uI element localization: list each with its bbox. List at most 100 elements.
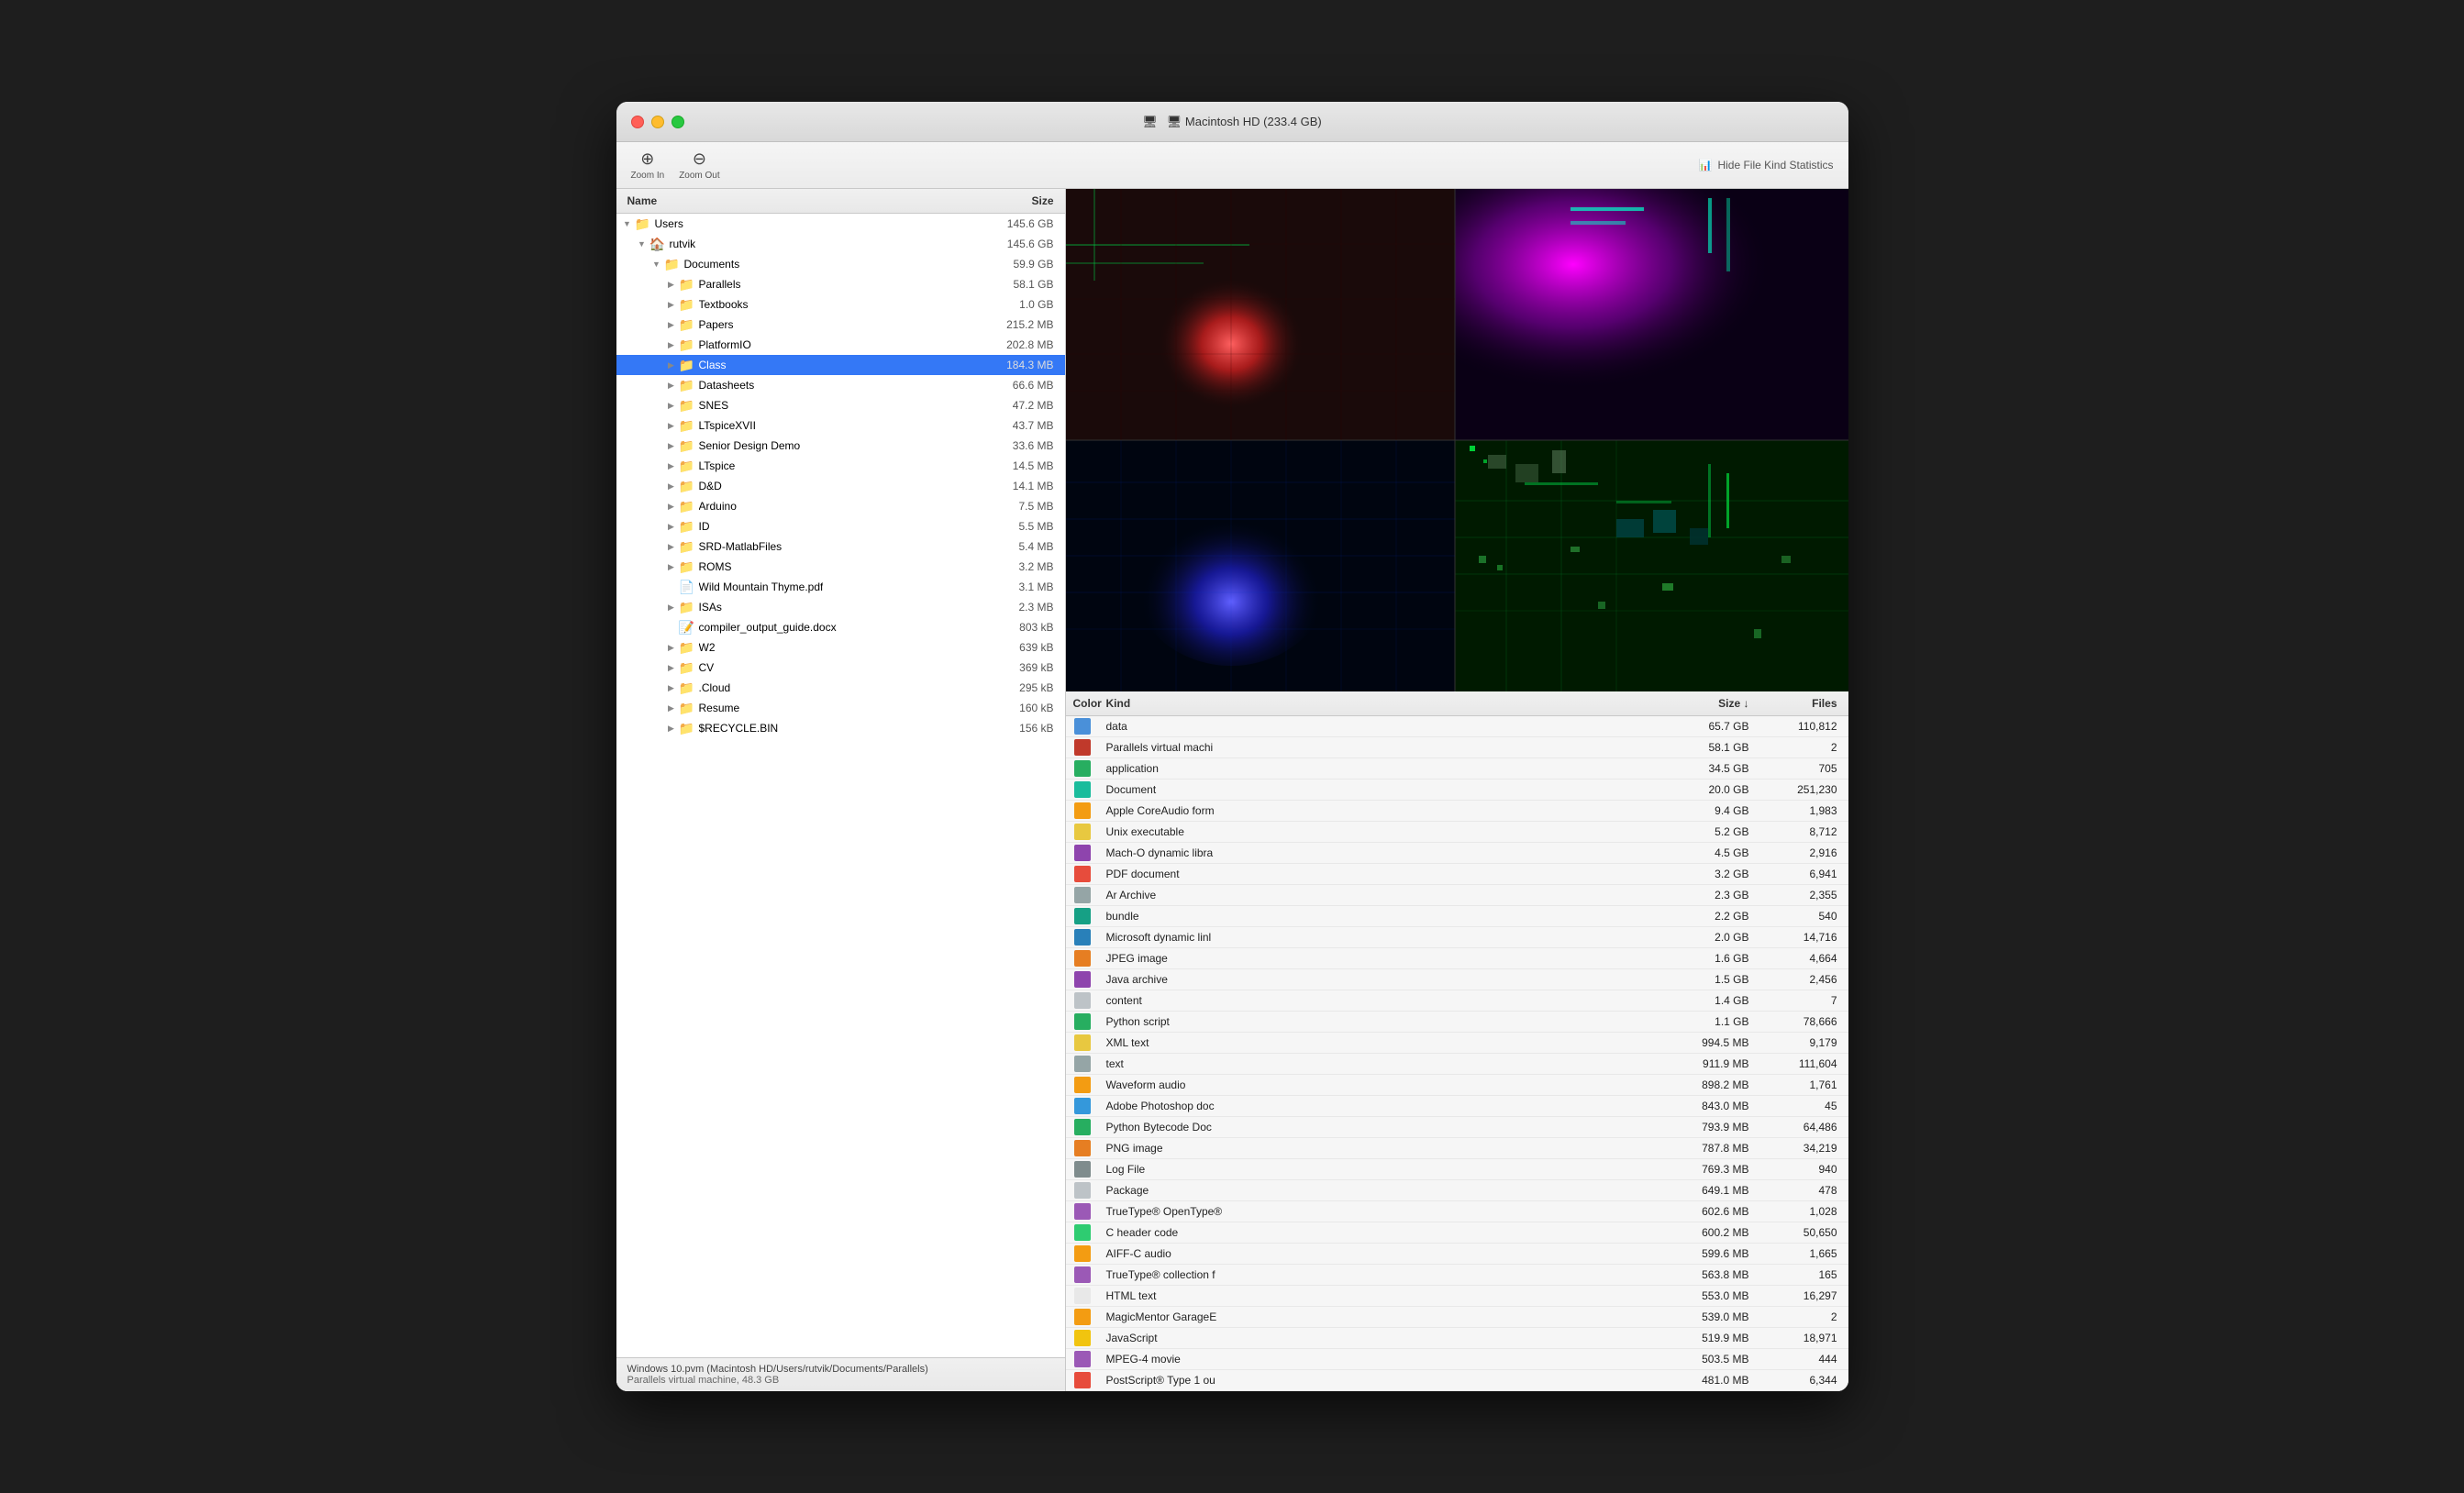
disclosure-closed[interactable] — [664, 479, 679, 493]
stats-row[interactable]: Python script 1.1 GB 78,666 — [1066, 1012, 1848, 1033]
col-files-header[interactable]: Files — [1757, 695, 1848, 712]
file-row[interactable]: 📁 D&D 14.1 MB — [616, 476, 1065, 496]
stats-row[interactable]: Waveform audio 898.2 MB 1,761 — [1066, 1075, 1848, 1096]
stats-row[interactable]: Python Bytecode Doc 793.9 MB 64,486 — [1066, 1117, 1848, 1138]
disclosure-open[interactable] — [649, 257, 664, 271]
file-row[interactable]: 📁 ROMS 3.2 MB — [616, 557, 1065, 577]
stats-row[interactable]: AIFF-C audio 599.6 MB 1,665 — [1066, 1244, 1848, 1265]
stats-row[interactable]: MagicMentor GarageE 539.0 MB 2 — [1066, 1307, 1848, 1328]
disclosure-closed[interactable] — [664, 640, 679, 655]
disclosure-closed[interactable] — [664, 680, 679, 695]
disclosure-closed[interactable] — [664, 660, 679, 675]
stats-row[interactable]: TrueType® collection f 563.8 MB 165 — [1066, 1265, 1848, 1286]
disclosure-closed[interactable] — [664, 358, 679, 372]
minimize-button[interactable] — [651, 116, 664, 128]
file-row[interactable]: 📁 ID 5.5 MB — [616, 516, 1065, 536]
file-row[interactable]: 📁 Papers 215.2 MB — [616, 315, 1065, 335]
file-row[interactable]: 📁 PlatformIO 202.8 MB — [616, 335, 1065, 355]
folder-icon: 📁 — [679, 296, 695, 313]
file-row[interactable]: 📁 Textbooks 1.0 GB — [616, 294, 1065, 315]
stats-row[interactable]: content 1.4 GB 7 — [1066, 990, 1848, 1012]
zoom-out-button[interactable]: ⊖ Zoom Out — [679, 149, 719, 181]
stats-row[interactable]: bundle 2.2 GB 540 — [1066, 906, 1848, 927]
disclosure-closed[interactable] — [664, 459, 679, 473]
disclosure-closed[interactable] — [664, 539, 679, 554]
disclosure-closed[interactable] — [664, 317, 679, 332]
stats-files-cell: 78,666 — [1757, 1015, 1848, 1028]
file-row[interactable]: 📄 Wild Mountain Thyme.pdf 3.1 MB — [616, 577, 1065, 597]
stats-row[interactable]: PostScript® Type 1 ou 481.0 MB 6,344 — [1066, 1370, 1848, 1391]
disclosure-closed[interactable] — [664, 418, 679, 433]
stats-row[interactable]: Package 649.1 MB 478 — [1066, 1180, 1848, 1201]
stats-row[interactable]: Parallels virtual machi 58.1 GB 2 — [1066, 737, 1848, 758]
disclosure-closed[interactable] — [664, 297, 679, 312]
file-row[interactable]: 🏠 rutvik 145.6 GB — [616, 234, 1065, 254]
file-row[interactable]: 📁 Documents 59.9 GB — [616, 254, 1065, 274]
disclosure-open[interactable] — [620, 216, 635, 231]
disclosure-closed[interactable] — [664, 438, 679, 453]
maximize-button[interactable] — [671, 116, 684, 128]
file-row[interactable]: 📁 Parallels 58.1 GB — [616, 274, 1065, 294]
file-row[interactable]: 📁 Class 184.3 MB — [616, 355, 1065, 375]
folder-icon: 📁 — [679, 276, 695, 293]
disclosure-closed[interactable] — [664, 519, 679, 534]
stats-row[interactable]: Mach-O dynamic libra 4.5 GB 2,916 — [1066, 843, 1848, 864]
file-row[interactable]: 📁 SNES 47.2 MB — [616, 395, 1065, 415]
disclosure-closed[interactable] — [664, 499, 679, 514]
disclosure-closed[interactable] — [664, 337, 679, 352]
disclosure-open[interactable] — [635, 237, 649, 251]
stats-row[interactable]: PNG image 787.8 MB 34,219 — [1066, 1138, 1848, 1159]
stats-row[interactable]: Ar Archive 2.3 GB 2,355 — [1066, 885, 1848, 906]
disclosure-closed[interactable] — [664, 600, 679, 614]
file-row[interactable]: 📝 compiler_output_guide.docx 803 kB — [616, 617, 1065, 637]
file-row[interactable]: 📁 CV 369 kB — [616, 658, 1065, 678]
col-kind-header[interactable]: Kind — [1099, 695, 1656, 712]
file-row[interactable]: 📁 SRD-MatlabFiles 5.4 MB — [616, 536, 1065, 557]
col-size-header[interactable]: Size — [955, 193, 1065, 209]
stats-row[interactable]: C header code 600.2 MB 50,650 — [1066, 1222, 1848, 1244]
file-row[interactable]: 📁 LTspiceXVII 43.7 MB — [616, 415, 1065, 436]
disclosure-closed[interactable] — [664, 378, 679, 393]
stats-row[interactable]: data 65.7 GB 110,812 — [1066, 716, 1848, 737]
file-size-cell: 5.5 MB — [955, 520, 1065, 533]
file-row[interactable]: 📁 Arduino 7.5 MB — [616, 496, 1065, 516]
stats-row[interactable]: Microsoft dynamic linl 2.0 GB 14,716 — [1066, 927, 1848, 948]
col-size-header[interactable]: Size ↓ — [1656, 695, 1757, 712]
stats-row[interactable]: MPEG-4 movie 503.5 MB 444 — [1066, 1349, 1848, 1370]
stats-row[interactable]: TrueType® OpenType® 602.6 MB 1,028 — [1066, 1201, 1848, 1222]
stats-row[interactable]: HTML text 553.0 MB 16,297 — [1066, 1286, 1848, 1307]
stats-row[interactable]: JPEG image 1.6 GB 4,664 — [1066, 948, 1848, 969]
stats-row[interactable]: JavaScript 519.9 MB 18,971 — [1066, 1328, 1848, 1349]
stats-row[interactable]: Adobe Photoshop doc 843.0 MB 45 — [1066, 1096, 1848, 1117]
disclosure-closed[interactable] — [664, 701, 679, 715]
disclosure-closed[interactable] — [664, 277, 679, 292]
zoom-in-button[interactable]: ⊕ Zoom In — [631, 149, 665, 181]
stats-row[interactable]: application 34.5 GB 705 — [1066, 758, 1848, 780]
hide-stats-button[interactable]: 📊 Hide File Kind Statistics — [1699, 159, 1834, 171]
file-row[interactable]: 📁 Resume 160 kB — [616, 698, 1065, 718]
file-row[interactable]: 📁 Senior Design Demo 33.6 MB — [616, 436, 1065, 456]
stats-color-cell — [1066, 1056, 1099, 1072]
disclosure-closed[interactable] — [664, 559, 679, 574]
file-row[interactable]: 📁 $RECYCLE.BIN 156 kB — [616, 718, 1065, 738]
stats-row[interactable]: text 911.9 MB 111,604 — [1066, 1054, 1848, 1075]
file-row[interactable]: 📁 .Cloud 295 kB — [616, 678, 1065, 698]
col-color-header[interactable]: Color — [1066, 695, 1099, 712]
col-name-header[interactable]: Name — [616, 193, 955, 209]
stats-row[interactable]: PDF document 3.2 GB 6,941 — [1066, 864, 1848, 885]
file-row[interactable]: 📁 LTspice 14.5 MB — [616, 456, 1065, 476]
stats-row[interactable]: Java archive 1.5 GB 2,456 — [1066, 969, 1848, 990]
file-row[interactable]: 📁 Datasheets 66.6 MB — [616, 375, 1065, 395]
disclosure-closed[interactable] — [664, 721, 679, 735]
file-row[interactable]: 📁 Users 145.6 GB — [616, 214, 1065, 234]
treemap-visualization[interactable] — [1066, 189, 1848, 691]
stats-row[interactable]: Log File 769.3 MB 940 — [1066, 1159, 1848, 1180]
stats-row[interactable]: Apple CoreAudio form 9.4 GB 1,983 — [1066, 801, 1848, 822]
disclosure-closed[interactable] — [664, 398, 679, 413]
stats-row[interactable]: Unix executable 5.2 GB 8,712 — [1066, 822, 1848, 843]
file-row[interactable]: 📁 W2 639 kB — [616, 637, 1065, 658]
stats-row[interactable]: Document 20.0 GB 251,230 — [1066, 780, 1848, 801]
stats-row[interactable]: XML text 994.5 MB 9,179 — [1066, 1033, 1848, 1054]
file-row[interactable]: 📁 ISAs 2.3 MB — [616, 597, 1065, 617]
close-button[interactable] — [631, 116, 644, 128]
